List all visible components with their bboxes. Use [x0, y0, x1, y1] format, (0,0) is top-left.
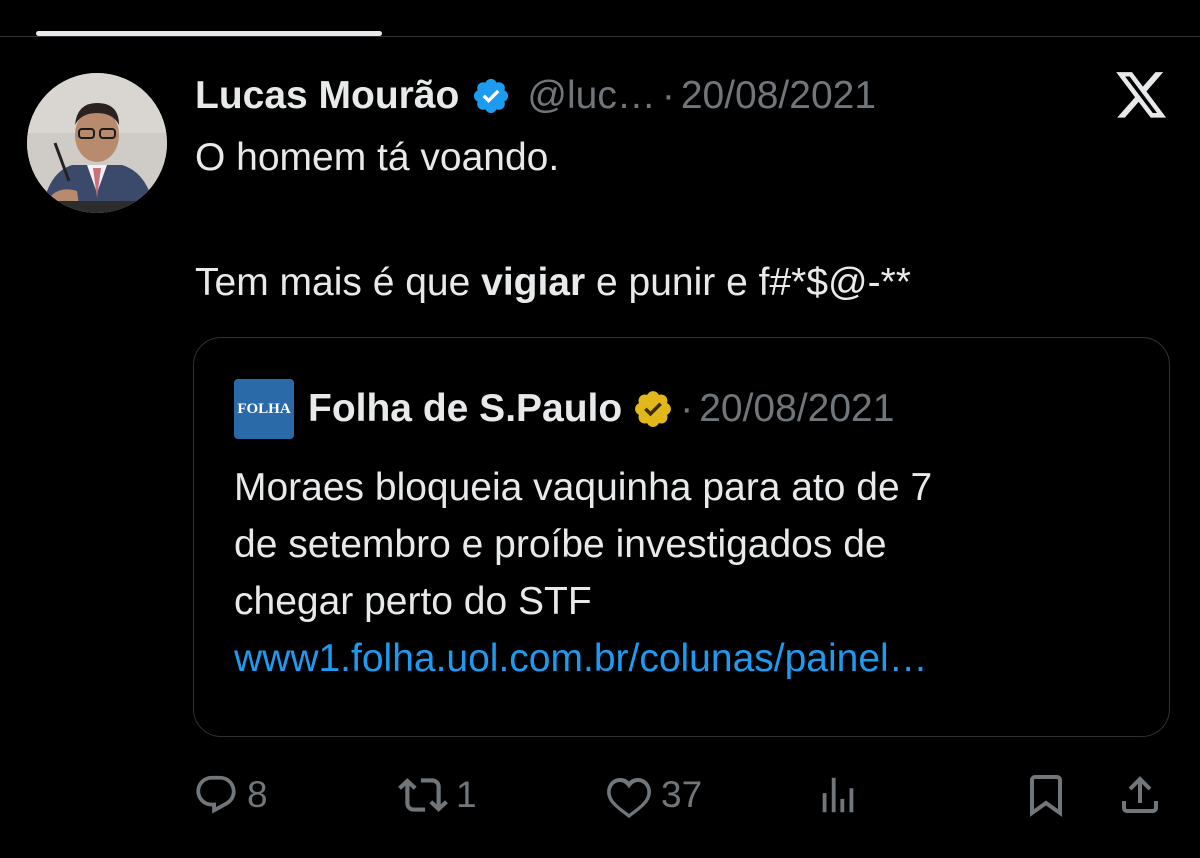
reply-count: 8: [247, 774, 268, 815]
tweet-text-segment: e punir e f#*$@-**: [585, 261, 911, 304]
author-handle[interactable]: @luc…: [527, 74, 655, 118]
tweet-text-segment: Tem mais é que: [195, 261, 482, 304]
verified-badge-icon[interactable]: [471, 76, 511, 116]
reply-icon: [193, 772, 239, 818]
quoted-text-line: chegar perto do STF: [234, 580, 592, 623]
gold-verified-badge-icon[interactable]: [632, 388, 674, 430]
author-name[interactable]: Lucas Mourão: [195, 74, 459, 118]
share-icon: [1116, 771, 1164, 819]
x-logo-icon: [1116, 72, 1168, 120]
like-button[interactable]: 37: [605, 765, 702, 825]
views-chart-icon: [815, 772, 861, 818]
top-divider: [0, 36, 1200, 37]
retweet-icon: [398, 770, 448, 820]
quoted-tweet-link[interactable]: www1.folha.uol.com.br/colunas/painel…: [234, 630, 1134, 687]
reply-button[interactable]: 8: [193, 765, 268, 825]
quoted-text-line: de setembro e proíbe investigados de: [234, 523, 887, 566]
heart-icon: [605, 771, 653, 819]
folha-logo[interactable]: FOLHA: [234, 379, 294, 439]
like-count: 37: [661, 774, 703, 815]
retweet-count: 1: [456, 774, 477, 815]
folha-logo-text: FOLHA: [237, 400, 291, 417]
share-button[interactable]: [1116, 765, 1164, 825]
active-tab-indicator: [36, 31, 382, 36]
avatar[interactable]: [27, 73, 167, 213]
quoted-text-line: Moraes bloqueia vaquinha para ato de 7: [234, 466, 933, 509]
tweet-text-bold: vigiar: [481, 261, 586, 304]
tweet-date[interactable]: 20/08/2021: [681, 74, 876, 118]
retweet-button[interactable]: 1: [398, 765, 477, 825]
bookmark-icon: [1022, 771, 1070, 819]
bookmark-button[interactable]: [1022, 765, 1070, 825]
quoted-tweet-date[interactable]: 20/08/2021: [699, 387, 894, 431]
quoted-tweet-card[interactable]: FOLHA Folha de S.Paulo · 20/08/2021 Mora…: [193, 337, 1170, 737]
tweet-text-line: Tem mais é que vigiar e punir e f#*$@-**: [195, 261, 911, 305]
date-separator: ·: [661, 74, 675, 117]
views-button[interactable]: [815, 765, 861, 825]
quoted-author-name[interactable]: Folha de S.Paulo: [308, 387, 622, 431]
quoted-tweet-header: FOLHA Folha de S.Paulo · 20/08/2021: [234, 378, 894, 440]
quoted-date-separator: ·: [680, 387, 694, 430]
tweet-header: Lucas Mourão @luc… · 20/08/2021: [195, 70, 876, 122]
tweet-text-line: O homem tá voando.: [195, 136, 560, 179]
quoted-tweet-text: Moraes bloqueia vaquinha para ato de 7 d…: [234, 459, 1134, 687]
tweet-actions-bar: 8 1 37: [0, 765, 1200, 825]
